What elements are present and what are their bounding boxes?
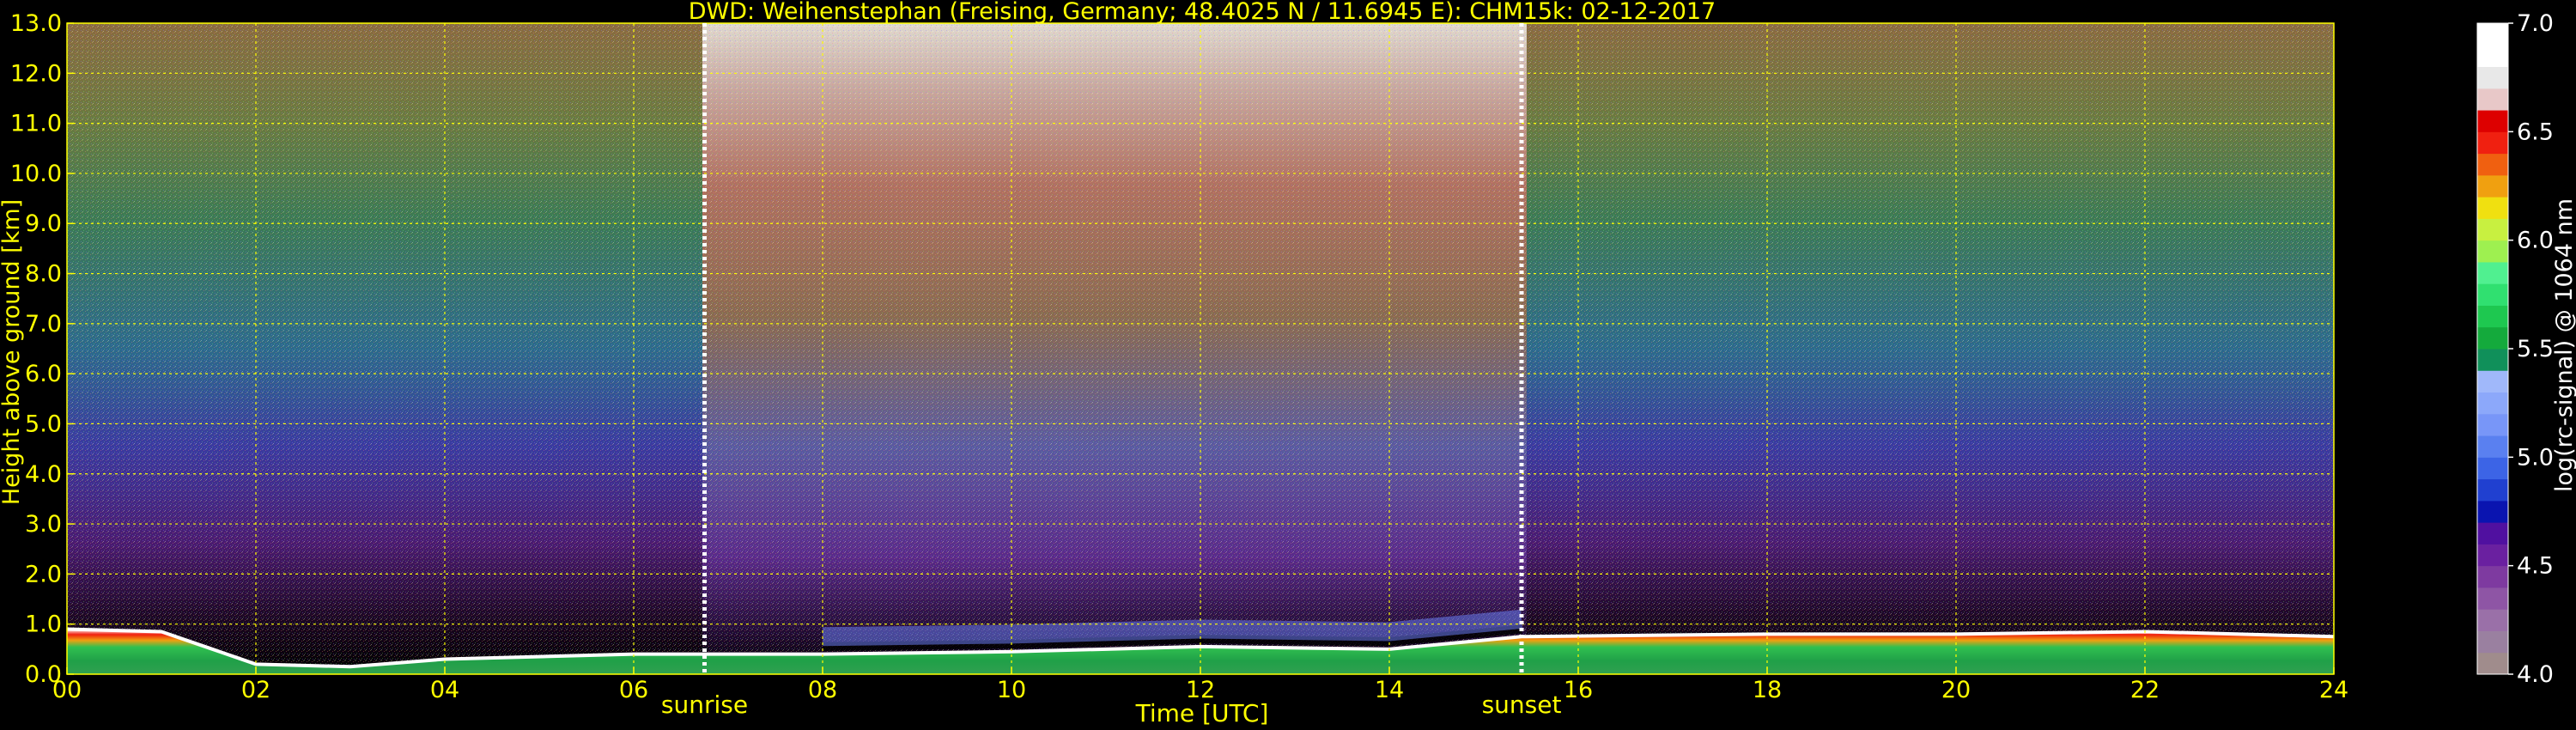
- colorbar-swatch: [2477, 283, 2508, 306]
- colorbar-tick-label: 4.5: [2517, 553, 2554, 580]
- colorbar-swatch: [2477, 153, 2508, 176]
- y-tick-label: 10.0: [10, 161, 62, 187]
- x-tick-label: 22: [2130, 677, 2160, 703]
- colorbar-tick-label: 7.0: [2517, 10, 2554, 37]
- y-tick-label: 7.0: [25, 311, 62, 338]
- colorbar-swatch: [2477, 457, 2508, 480]
- y-tick-label: 1.0: [25, 611, 62, 638]
- colorbar-tick-label: 6.5: [2517, 119, 2554, 145]
- y-tick-label: 5.0: [25, 411, 62, 437]
- x-tick-label: 04: [430, 677, 459, 703]
- colorbar-swatch: [2477, 565, 2508, 588]
- x-tick-label: 06: [619, 677, 648, 703]
- colorbar-swatch: [2477, 500, 2508, 523]
- y-tick-label: 9.0: [25, 210, 62, 237]
- x-tick-label: 02: [241, 677, 270, 703]
- x-tick-label: 16: [1564, 677, 1593, 703]
- colorbar-swatch: [2477, 305, 2508, 328]
- colorbar-swatch: [2477, 544, 2508, 567]
- chart-title: DWD: Weihenstephan (Freising, Germany; 4…: [689, 0, 1716, 25]
- x-tick-label: 18: [1753, 677, 1782, 703]
- colorbar-swatch: [2477, 587, 2508, 610]
- colorbar-swatch: [2477, 45, 2508, 68]
- colorbar-swatch: [2477, 652, 2508, 675]
- y-tick-label: 2.0: [25, 561, 62, 587]
- colorbar-swatch: [2477, 349, 2508, 371]
- y-tick-label: 6.0: [25, 361, 62, 387]
- colorbar-swatch: [2477, 609, 2508, 631]
- colorbar-swatch: [2477, 370, 2508, 393]
- x-tick-label: 20: [1941, 677, 1971, 703]
- y-tick-label: 3.0: [25, 511, 62, 538]
- colorbar-swatch: [2477, 110, 2508, 132]
- x-tick-label: 14: [1375, 677, 1404, 703]
- colorbar-swatch: [2477, 326, 2508, 350]
- colorbar-swatch: [2477, 630, 2508, 654]
- colorbar-swatch: [2477, 522, 2508, 544]
- colorbar-swatch: [2477, 240, 2508, 263]
- colorbar-tick-label: 4.0: [2517, 661, 2554, 688]
- colorbar-swatch: [2477, 413, 2508, 436]
- x-axis-label: Time [UTC]: [1135, 699, 1269, 727]
- colorbar-tick-label: 6.0: [2517, 228, 2554, 254]
- x-tick-label: 08: [808, 677, 837, 703]
- x-tick-label: 24: [2319, 677, 2348, 703]
- colorbar-swatch: [2477, 435, 2508, 458]
- colorbar-swatch: [2477, 88, 2508, 111]
- x-tick-label: 10: [997, 677, 1026, 703]
- colorbar-swatch: [2477, 66, 2508, 89]
- y-tick-label: 8.0: [25, 261, 62, 288]
- y-tick-label: 12.0: [10, 60, 62, 87]
- y-axis-label: Height above ground [km]: [0, 199, 25, 505]
- colorbar-swatch: [2477, 261, 2508, 284]
- colorbar-label: log(rc-signal) @ 1064 nm: [2551, 198, 2576, 492]
- y-tick-label: 4.0: [25, 461, 62, 488]
- colorbar-swatch: [2477, 131, 2508, 155]
- y-tick-label: 13.0: [10, 10, 62, 37]
- colorbar-swatch: [2477, 197, 2508, 219]
- colorbar-swatch: [2477, 218, 2508, 241]
- colorbar-swatch: [2477, 392, 2508, 415]
- y-tick-label: 11.0: [10, 111, 62, 137]
- ceilometer-chart: sunrise sunset 00 02 04 06 08 10 12 14 16 18 20 22 24…: [0, 0, 2576, 727]
- colorbar-tick-label: 5.5: [2517, 336, 2554, 362]
- y-tick-label: 0.0: [25, 661, 62, 688]
- annotation-label: sunrise: [661, 690, 748, 719]
- colorbar: 4.0 4.5 5.0 5.5 6.0 6.5 7.0: [2476, 10, 2554, 688]
- annotation-label: sunset: [1482, 690, 1562, 719]
- colorbar-tick-label: 5.0: [2517, 444, 2554, 471]
- colorbar-swatch: [2477, 478, 2508, 502]
- colorbar-swatch: [2477, 23, 2508, 46]
- colorbar-swatch: [2477, 174, 2508, 198]
